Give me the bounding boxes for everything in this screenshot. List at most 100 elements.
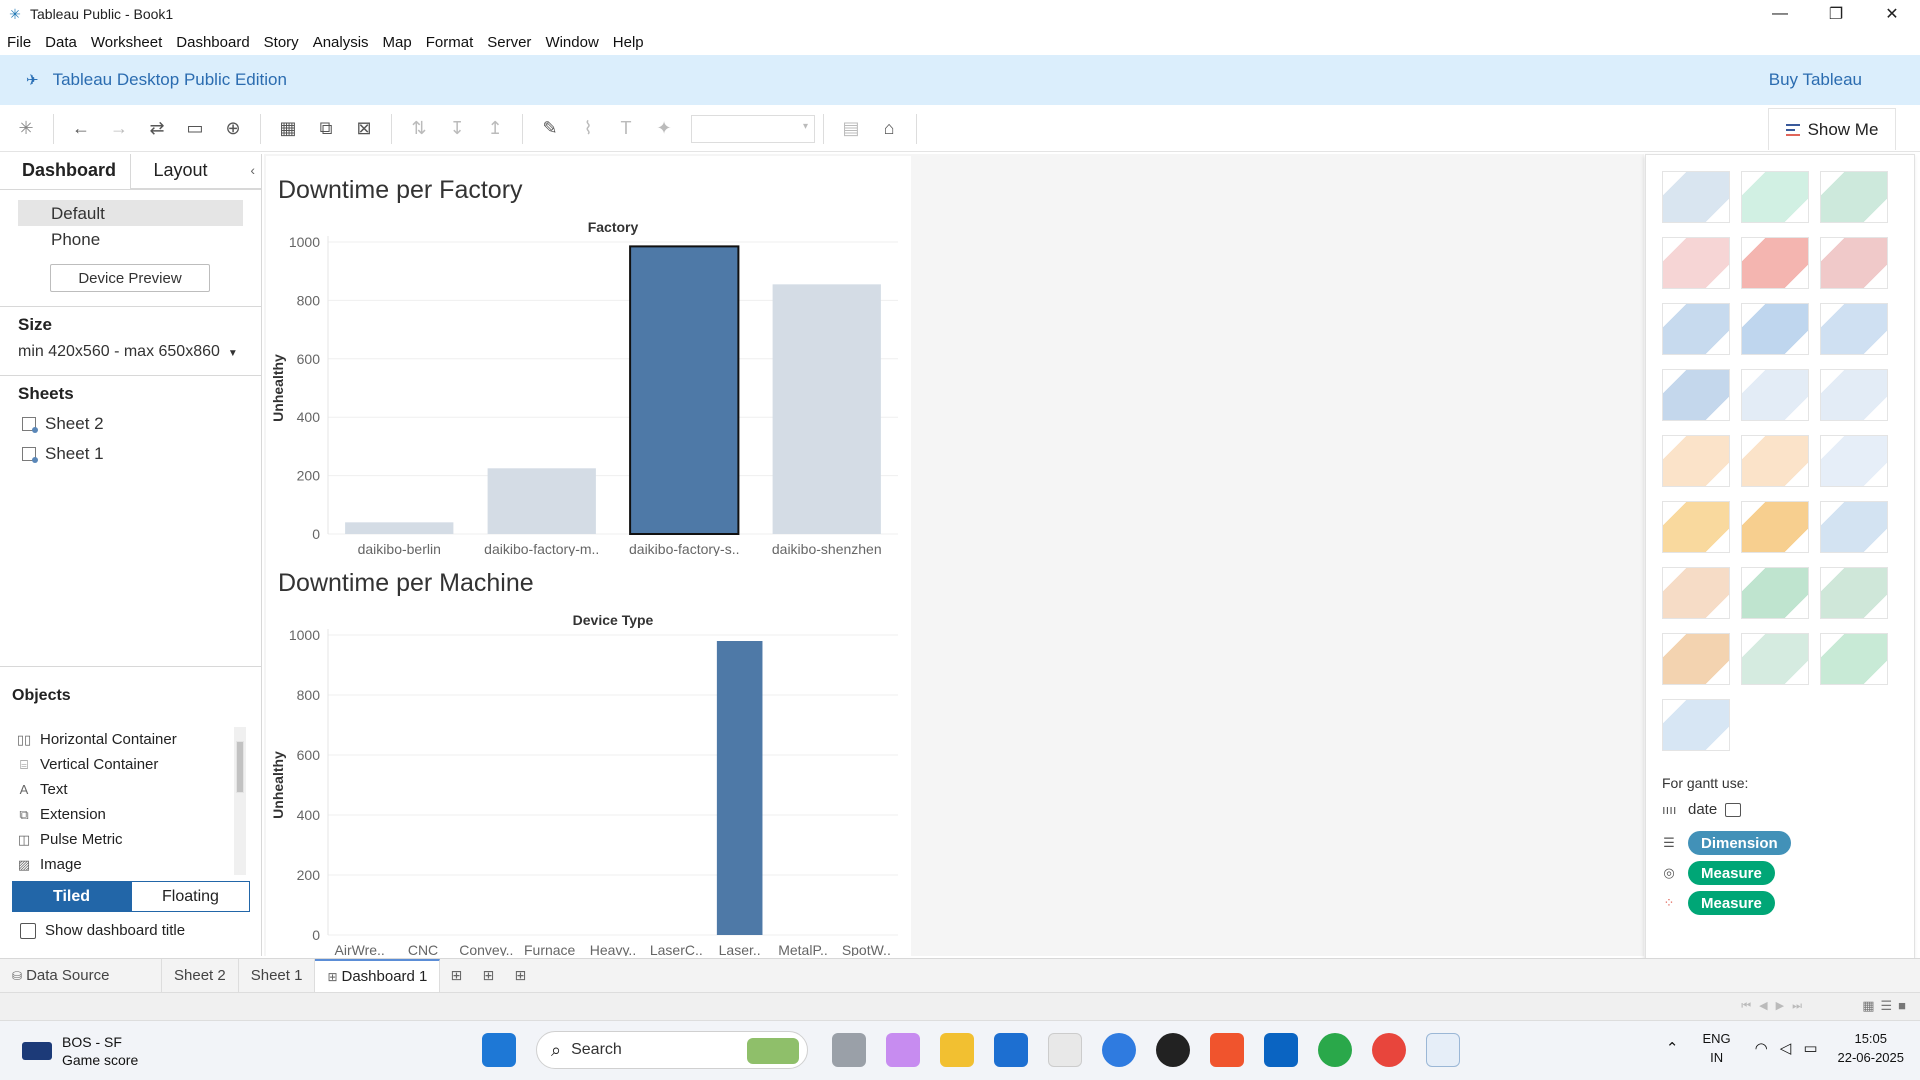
new-data-source-icon[interactable]: ⊕ <box>219 115 247 143</box>
circle-view-icon[interactable] <box>1741 369 1809 421</box>
brave-icon[interactable] <box>1210 1033 1244 1067</box>
sports-widget[interactable]: BOS - SF Game score <box>22 1033 138 1069</box>
presentation-mode-icon[interactable]: ⌂ <box>875 115 903 143</box>
start-icon[interactable] <box>482 1033 516 1067</box>
replay-icon[interactable]: ⇄ <box>143 115 171 143</box>
sheet-navigation-icons[interactable]: ⏮◀▶⏭ <box>1741 999 1810 1013</box>
app-icon[interactable] <box>1102 1033 1136 1067</box>
highlight-icon[interactable]: ✎ <box>536 115 564 143</box>
symbol-map-icon[interactable] <box>1662 237 1730 289</box>
clock[interactable]: 15:05 22-06-2025 <box>1838 1029 1905 1067</box>
discrete-lines-icon[interactable] <box>1741 435 1809 487</box>
treemap-icon[interactable] <box>1662 369 1730 421</box>
device-phone[interactable]: Phone <box>18 226 243 252</box>
tab-dashboard[interactable]: Dashboard <box>0 154 130 189</box>
chatgpt-icon[interactable] <box>1156 1033 1190 1067</box>
buy-tableau-link[interactable]: Buy Tableau <box>1769 70 1862 90</box>
menu-file[interactable]: File <box>0 34 38 51</box>
area-continuous-icon[interactable] <box>1662 501 1730 553</box>
new-dashboard-icon[interactable]: ⊞ <box>472 959 504 993</box>
packed-bubbles-icon[interactable] <box>1820 633 1888 685</box>
factory-bar-chart[interactable]: Factory Unhealthy 0 200 400 600 800 1000 daikibo… <box>266 216 911 556</box>
object-vertical-container[interactable]: ⌸ Vertical Container <box>16 752 262 777</box>
side-by-side-bars-icon[interactable] <box>1820 303 1888 355</box>
sort-descending-icon[interactable]: ↥ <box>481 115 509 143</box>
battery-icon[interactable]: ▭ <box>1803 1039 1817 1057</box>
menu-format[interactable]: Format <box>419 34 481 51</box>
wifi-icon[interactable]: ◠ <box>1755 1039 1768 1057</box>
tiled-button[interactable]: Tiled <box>12 881 131 912</box>
scrollbar-thumb[interactable] <box>236 741 244 793</box>
histogram-icon[interactable] <box>1741 567 1809 619</box>
taskbar-search[interactable]: ⌕ Search <box>536 1031 808 1069</box>
highlight-table-icon[interactable] <box>1820 171 1888 223</box>
sheet-item[interactable]: Sheet 1 <box>22 444 261 464</box>
edge-icon[interactable] <box>994 1033 1028 1067</box>
side-by-side-circles-icon[interactable] <box>1820 369 1888 421</box>
tab-sheet-2[interactable]: Sheet 2 <box>162 958 239 993</box>
tab-sheet-1[interactable]: Sheet 1 <box>239 958 316 993</box>
close-button[interactable]: ✕ <box>1864 0 1920 28</box>
menu-story[interactable]: Story <box>257 34 306 51</box>
pie-chart-icon[interactable] <box>1820 237 1888 289</box>
show-dashboard-title-checkbox[interactable]: Show dashboard title <box>20 922 262 939</box>
label-icon[interactable]: T <box>612 115 640 143</box>
show-me-button[interactable]: Show Me <box>1768 108 1896 150</box>
menu-analysis[interactable]: Analysis <box>306 34 376 51</box>
object-extension[interactable]: ⧉ Extension <box>16 802 262 827</box>
volume-icon[interactable]: ◁ <box>1780 1039 1792 1057</box>
store-icon[interactable] <box>1048 1033 1082 1067</box>
object-image[interactable]: ▨ Image <box>16 852 262 877</box>
machine-bar-chart[interactable]: Device Type Unhealthy 0 200 400 600 800 1000 Air… <box>266 609 911 956</box>
swap-icon[interactable]: ⇅ <box>405 115 433 143</box>
file-explorer-icon[interactable] <box>940 1033 974 1067</box>
language-indicator[interactable]: ENG IN <box>1703 1029 1731 1067</box>
menu-dashboard[interactable]: Dashboard <box>169 34 256 51</box>
tableau-taskbar-icon[interactable] <box>1426 1033 1460 1067</box>
tab-data-source[interactable]: ⛁ Data Source <box>0 958 162 993</box>
tableau-logo-icon[interactable]: ✳ <box>12 115 40 143</box>
show-cards-icon[interactable]: ▤ <box>837 115 865 143</box>
continuous-lines-icon[interactable] <box>1662 435 1730 487</box>
chevron-up-icon[interactable]: ⌃ <box>1666 1039 1679 1057</box>
new-worksheet-icon[interactable]: ⊞ <box>440 959 472 993</box>
chrome-icon[interactable] <box>1372 1033 1406 1067</box>
minimize-button[interactable]: — <box>1752 0 1808 28</box>
scatter-plot-icon[interactable] <box>1662 567 1730 619</box>
sheet-item[interactable]: Sheet 2 <box>22 414 261 434</box>
sort-ascending-icon[interactable]: ↧ <box>443 115 471 143</box>
copilot-icon[interactable] <box>886 1033 920 1067</box>
tab-dashboard-1[interactable]: ⊞ Dashboard 1 <box>315 958 441 993</box>
view-mode-icons[interactable]: ▦☰■ <box>1862 998 1912 1014</box>
menu-map[interactable]: Map <box>376 34 419 51</box>
new-worksheet-icon[interactable]: ▦ <box>274 115 302 143</box>
box-and-whisker-icon[interactable] <box>1820 567 1888 619</box>
redo-icon[interactable]: → <box>105 115 133 143</box>
new-story-icon[interactable]: ⊞ <box>504 959 536 993</box>
object-text[interactable]: A Text <box>16 777 262 802</box>
horizontal-bars-icon[interactable] <box>1662 303 1730 355</box>
more-charts-icon[interactable] <box>1662 699 1730 751</box>
gantt-chart-icon[interactable] <box>1662 633 1730 685</box>
heat-map-icon[interactable] <box>1741 171 1809 223</box>
area-discrete-icon[interactable] <box>1741 501 1809 553</box>
menu-help[interactable]: Help <box>606 34 651 51</box>
undo-icon[interactable]: ← <box>67 115 95 143</box>
menu-worksheet[interactable]: Worksheet <box>84 34 169 51</box>
tab-layout[interactable]: Layout <box>130 154 261 189</box>
outlook-icon[interactable] <box>1264 1033 1298 1067</box>
fix-axes-icon[interactable]: ✦ <box>650 115 678 143</box>
restore-button[interactable]: ❐ <box>1808 0 1864 28</box>
menu-window[interactable]: Window <box>538 34 605 51</box>
menu-data[interactable]: Data <box>38 34 84 51</box>
floating-button[interactable]: Floating <box>131 881 250 912</box>
clear-sheet-icon[interactable]: ⊠ <box>350 115 378 143</box>
task-view-icon[interactable] <box>832 1033 866 1067</box>
menu-server[interactable]: Server <box>480 34 538 51</box>
device-default[interactable]: Default <box>18 200 243 226</box>
objects-scrollbar[interactable] <box>234 727 246 875</box>
object-horizontal-container[interactable]: ▯▯ Horizontal Container <box>16 727 262 752</box>
app-icon[interactable] <box>1318 1033 1352 1067</box>
object-pulse-metric[interactable]: ◫ Pulse Metric <box>16 827 262 852</box>
dual-lines-icon[interactable] <box>1820 435 1888 487</box>
